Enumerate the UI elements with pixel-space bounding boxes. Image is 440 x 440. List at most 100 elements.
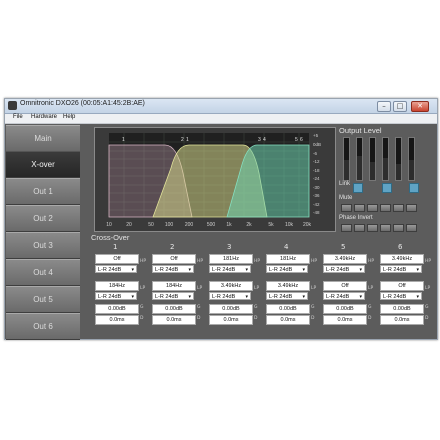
y-tick: -36 [313, 193, 320, 198]
highpass-freq-field[interactable]: Off [152, 254, 196, 264]
gain-field[interactable]: 0.00dB [323, 304, 367, 314]
highpass-type-select[interactable]: L-R 24dB ▾ [323, 265, 365, 273]
y-tick: -18 [313, 168, 320, 173]
lowpass-type-select[interactable]: L-R 24dB ▾ [380, 292, 422, 300]
minimize-button[interactable]: – [377, 101, 391, 112]
highpass-type-select[interactable]: L-R 24dB ▾ [152, 265, 194, 273]
crossover-title: Cross-Over [91, 233, 130, 242]
level-meter-1 [343, 137, 350, 181]
lowpass-freq-field[interactable]: Off [380, 281, 424, 291]
mute-button-1[interactable] [341, 204, 352, 212]
link-5-6-button[interactable] [409, 183, 419, 193]
output-level-title: Output Level [339, 126, 382, 135]
highpass-type-select[interactable]: L-R 24dB ▾ [95, 265, 137, 273]
row-tag: G [140, 305, 144, 310]
nav-out-1[interactable]: Out 1 [6, 178, 80, 205]
row-tag: LP [368, 286, 374, 291]
nav-out-6[interactable]: Out 6 [6, 313, 80, 340]
mute-button-5[interactable] [393, 204, 404, 212]
x-tick: 1k [226, 222, 232, 228]
nav-out-3[interactable]: Out 3 [6, 232, 80, 259]
link-label: Link [339, 181, 351, 187]
mute-button-4[interactable] [380, 204, 391, 212]
phase-invert-button-5[interactable] [393, 224, 404, 232]
phase-invert-button-2[interactable] [354, 224, 365, 232]
delay-field[interactable]: 0.0ms [323, 315, 367, 325]
nav-out-4[interactable]: Out 4 [6, 259, 80, 286]
close-button[interactable]: ✕ [411, 101, 429, 112]
title-bar[interactable]: Omnitronic DXO26 (00:05:A1:45:2B:AE) – □… [5, 99, 437, 114]
menu-file[interactable]: File [13, 114, 23, 120]
chevron-down-icon: ▾ [245, 267, 248, 273]
x-tick: 20 [126, 222, 132, 228]
y-tick: -42 [313, 202, 320, 207]
select-value: L-R 24dB [155, 294, 179, 300]
gain-field[interactable]: 0.00dB [95, 304, 139, 314]
delay-field[interactable]: 0.0ms [95, 315, 139, 325]
lowpass-type-select[interactable]: L-R 24dB ▾ [95, 292, 137, 300]
highpass-freq-field[interactable]: 3.49kHz [380, 254, 424, 264]
delay-field[interactable]: 0.0ms [209, 315, 253, 325]
row-tag: G [197, 305, 201, 310]
lowpass-freq-field[interactable]: 184Hz [95, 281, 139, 291]
highpass-type-select[interactable]: L-R 24dB ▾ [209, 265, 251, 273]
menu-hardware[interactable]: Hardware [31, 114, 57, 120]
lowpass-freq-field[interactable]: 3.49kHz [266, 281, 310, 291]
delay-field[interactable]: 0.0ms [380, 315, 424, 325]
mute-button-3[interactable] [367, 204, 378, 212]
lowpass-freq-field[interactable]: Off [323, 281, 367, 291]
lowpass-freq-field[interactable]: 3.49kHz [209, 281, 253, 291]
link-3-4-button[interactable] [382, 183, 392, 193]
level-meter-6 [408, 137, 415, 181]
phase-invert-button-6[interactable] [406, 224, 417, 232]
lowpass-type-select[interactable]: L-R 24dB ▾ [266, 292, 308, 300]
highpass-freq-field[interactable]: Off [95, 254, 139, 264]
highpass-freq-field[interactable]: 181Hz [266, 254, 310, 264]
lowpass-type-select[interactable]: L-R 24dB ▾ [209, 292, 251, 300]
select-value: L-R 24dB [269, 294, 293, 300]
row-tag: G [425, 305, 429, 310]
y-tick: -48 [313, 210, 320, 215]
x-tick: 5k [268, 222, 274, 228]
chevron-down-icon: ▾ [131, 267, 134, 273]
chevron-down-icon: ▾ [188, 267, 191, 273]
row-tag: D [368, 316, 372, 321]
channel-number: 5 [341, 243, 346, 251]
delay-field[interactable]: 0.0ms [266, 315, 310, 325]
menu-bar: File Hardware Help [5, 114, 437, 124]
lowpass-type-select[interactable]: L-R 24dB ▾ [323, 292, 365, 300]
phase-invert-button-3[interactable] [367, 224, 378, 232]
nav-out-5[interactable]: Out 5 [6, 286, 80, 313]
y-tick: -30 [313, 185, 320, 190]
phase-invert-button-1[interactable] [341, 224, 352, 232]
gain-field[interactable]: 0.00dB [380, 304, 424, 314]
link-1-2-button[interactable] [353, 183, 363, 193]
nav-x-over[interactable]: X-over [6, 151, 80, 178]
delay-field[interactable]: 0.0ms [152, 315, 196, 325]
mute-button-6[interactable] [406, 204, 417, 212]
nav-main[interactable]: Main [6, 125, 80, 152]
highpass-freq-field[interactable]: 3.49kHz [323, 254, 367, 264]
lowpass-freq-field[interactable]: 184Hz [152, 281, 196, 291]
gain-field[interactable]: 0.00dB [209, 304, 253, 314]
phase-invert-button-4[interactable] [380, 224, 391, 232]
menu-help[interactable]: Help [63, 114, 75, 120]
maximize-button[interactable]: □ [393, 101, 407, 112]
highpass-type-select[interactable]: L-R 24dB ▾ [266, 265, 308, 273]
app-window: Omnitronic DXO26 (00:05:A1:45:2B:AE) – □… [4, 98, 438, 340]
highpass-type-select[interactable]: L-R 24dB ▾ [380, 265, 422, 273]
channel-number: 6 [398, 243, 403, 251]
y-tick: 0dB [313, 142, 321, 147]
chevron-down-icon: ▾ [416, 267, 419, 273]
nav-out-2[interactable]: Out 2 [6, 205, 80, 232]
marker-4: 4 [263, 137, 266, 143]
gain-field[interactable]: 0.00dB [152, 304, 196, 314]
channel-number: 4 [284, 243, 289, 251]
gain-field[interactable]: 0.00dB [266, 304, 310, 314]
lowpass-type-select[interactable]: L-R 24dB ▾ [152, 292, 194, 300]
chevron-down-icon: ▾ [245, 294, 248, 300]
frequency-response-graph[interactable]: 1 2 1 3 4 5 6 +5 0dB -6 -12 -18 -24 -30 … [94, 127, 336, 232]
channel-number: 3 [227, 243, 232, 251]
highpass-freq-field[interactable]: 181Hz [209, 254, 253, 264]
mute-button-2[interactable] [354, 204, 365, 212]
